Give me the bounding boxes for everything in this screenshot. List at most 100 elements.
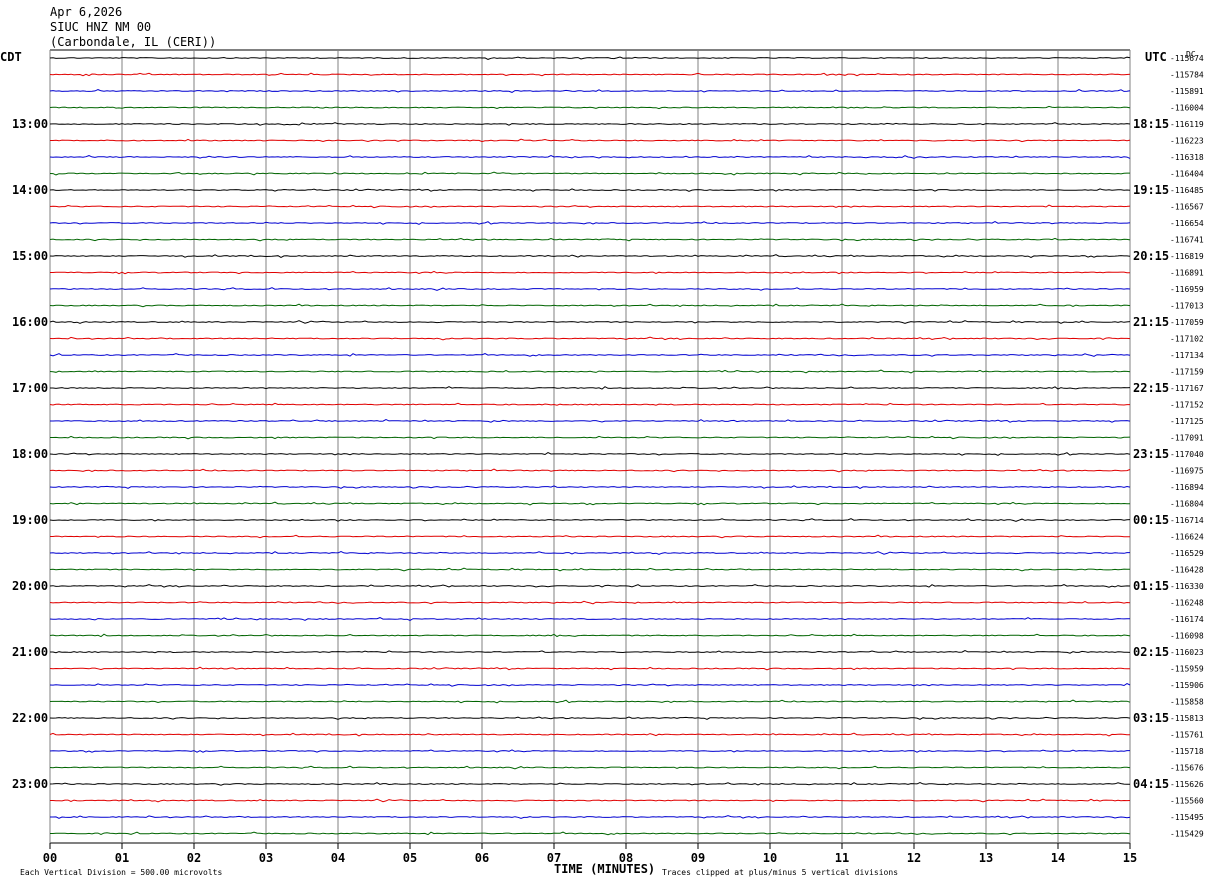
right-time-label-1: 18:15 — [1133, 117, 1169, 131]
dc-offset-label-34: -116248 — [1170, 599, 1204, 608]
dc-offset-label-36: -116098 — [1170, 632, 1204, 641]
right-time-label-7: 00:15 — [1133, 513, 1169, 527]
footer-scale: Each Vertical Division = 500.00 microvol… — [20, 868, 222, 877]
trace-line-17 — [49, 320, 1131, 324]
trace-line-24 — [50, 435, 1131, 440]
trace-line-3 — [49, 89, 1131, 93]
dc-offset-label-48: -115429 — [1170, 830, 1204, 839]
dc-offset-label-46: -115560 — [1170, 797, 1204, 806]
trace-line-23 — [50, 419, 1131, 423]
dc-offset-label-2: -115784 — [1170, 71, 1204, 80]
dc-offset-label-33: -116330 — [1170, 582, 1204, 591]
left-time-label-5: 17:00 — [12, 381, 48, 395]
dc-offset-label-20: -117159 — [1170, 368, 1204, 377]
trace-line-46 — [50, 798, 1131, 803]
trace-line-4 — [49, 105, 1131, 110]
right-time-label-2: 19:15 — [1133, 183, 1169, 197]
dc-offset-label-31: -116529 — [1170, 549, 1204, 558]
right-time-label-9: 02:15 — [1133, 645, 1169, 659]
right-time-label-4: 21:15 — [1133, 315, 1169, 329]
dc-offset-label-6: -116223 — [1170, 137, 1204, 146]
trace-line-47 — [50, 815, 1131, 819]
trace-line-15 — [49, 287, 1131, 291]
dc-offset-label-13: -116819 — [1170, 252, 1204, 261]
right-time-label-3: 20:15 — [1133, 249, 1169, 263]
trace-line-27 — [49, 485, 1131, 489]
vertical-grid — [49, 50, 1131, 843]
trace-line-18 — [49, 336, 1131, 341]
dc-offset-label-19: -117134 — [1170, 351, 1204, 360]
trace-line-10 — [49, 204, 1131, 209]
dc-offset-label-41: -115813 — [1170, 714, 1204, 723]
trace-line-42 — [49, 732, 1130, 737]
left-axis-label: CDT — [0, 50, 22, 64]
dc-offset-label-39: -115906 — [1170, 681, 1204, 690]
left-time-label-6: 18:00 — [12, 447, 48, 461]
trace-line-32 — [49, 567, 1130, 572]
trace-line-12 — [49, 237, 1131, 242]
dc-offset-label-47: -115495 — [1170, 813, 1204, 822]
trace-line-9 — [49, 188, 1131, 192]
dc-offset-label-26: -116975 — [1170, 467, 1204, 476]
dc-offset-label-37: -116023 — [1170, 648, 1204, 657]
dc-offset-label-12: -116741 — [1170, 236, 1204, 245]
dc-offset-label-16: -117013 — [1170, 302, 1204, 311]
dc-offset-label-5: -116119 — [1170, 120, 1204, 129]
trace-line-34 — [49, 600, 1131, 605]
dc-offset-label-29: -116714 — [1170, 516, 1204, 525]
left-time-label-2: 14:00 — [12, 183, 48, 197]
trace-line-48 — [50, 831, 1131, 836]
x-tick-label-11: 11 — [835, 851, 849, 865]
left-time-labels: 13:00 14:00 15:00 16:00 17:00 18:00 19:00 20:00… — [12, 117, 48, 791]
right-time-labels: 18:15 19:15 20:15 21:15 22:15 23:15 00:15 01:15… — [1133, 117, 1169, 791]
dc-offset-label-32: -116428 — [1170, 566, 1204, 575]
x-tick-label-12: 12 — [907, 851, 921, 865]
helicorder-chart: Apr 6,2026 SIUC HNZ NM 00 (Carbondale, I… — [0, 0, 1210, 886]
trace-group — [49, 56, 1131, 836]
right-time-label-11: 04:15 — [1133, 777, 1169, 791]
trace-line-22 — [49, 402, 1130, 406]
left-time-label-11: 23:00 — [12, 777, 48, 791]
dc-offset-label-21: -117167 — [1170, 384, 1204, 393]
trace-line-6 — [50, 138, 1131, 143]
trace-line-36 — [49, 633, 1131, 638]
trace-line-43 — [49, 749, 1130, 753]
right-axis-label: UTC — [1145, 50, 1167, 64]
left-time-label-10: 22:00 — [12, 711, 48, 725]
x-tick-label-01: 01 — [115, 851, 129, 865]
dc-offset-label-27: -116894 — [1170, 483, 1204, 492]
trace-line-11 — [49, 221, 1131, 225]
left-time-label-3: 15:00 — [12, 249, 48, 263]
x-tick-label-13: 13 — [979, 851, 993, 865]
header-location: (Carbondale, IL (CERI)) — [50, 35, 216, 49]
left-time-label-1: 13:00 — [12, 117, 48, 131]
trace-line-29 — [49, 518, 1131, 522]
trace-line-45 — [49, 782, 1131, 786]
left-time-label-4: 16:00 — [12, 315, 48, 329]
x-tick-label-15: 15 — [1123, 851, 1137, 865]
trace-line-37 — [50, 650, 1131, 654]
trace-line-14 — [50, 270, 1131, 275]
dc-offset-label-22: -117152 — [1170, 401, 1204, 410]
header-station: SIUC HNZ NM 00 — [50, 20, 151, 34]
trace-line-25 — [49, 452, 1131, 456]
x-tick-label-02: 02 — [187, 851, 201, 865]
dc-offset-label-43: -115718 — [1170, 747, 1204, 756]
trace-line-2 — [49, 72, 1131, 77]
x-tick-label-14: 14 — [1051, 851, 1065, 865]
dc-offset-label-14: -116891 — [1170, 269, 1204, 278]
dc-offset-label-25: -117040 — [1170, 450, 1204, 459]
x-tick-label-00: 00 — [43, 851, 57, 865]
trace-line-39 — [49, 683, 1131, 687]
trace-line-19 — [49, 353, 1131, 357]
dc-offset-label-38: -115959 — [1170, 665, 1204, 674]
right-time-label-10: 03:15 — [1133, 711, 1169, 725]
x-axis-title: TIME (MINUTES) — [554, 862, 655, 876]
trace-line-1 — [49, 56, 1131, 60]
footer-clip: Traces clipped at plus/minus 5 vertical … — [662, 868, 898, 877]
dc-offset-label-3: -115891 — [1170, 87, 1204, 96]
left-time-label-9: 21:00 — [12, 645, 48, 659]
trace-line-5 — [49, 122, 1131, 126]
trace-line-26 — [49, 468, 1131, 473]
trace-line-16 — [49, 303, 1131, 308]
